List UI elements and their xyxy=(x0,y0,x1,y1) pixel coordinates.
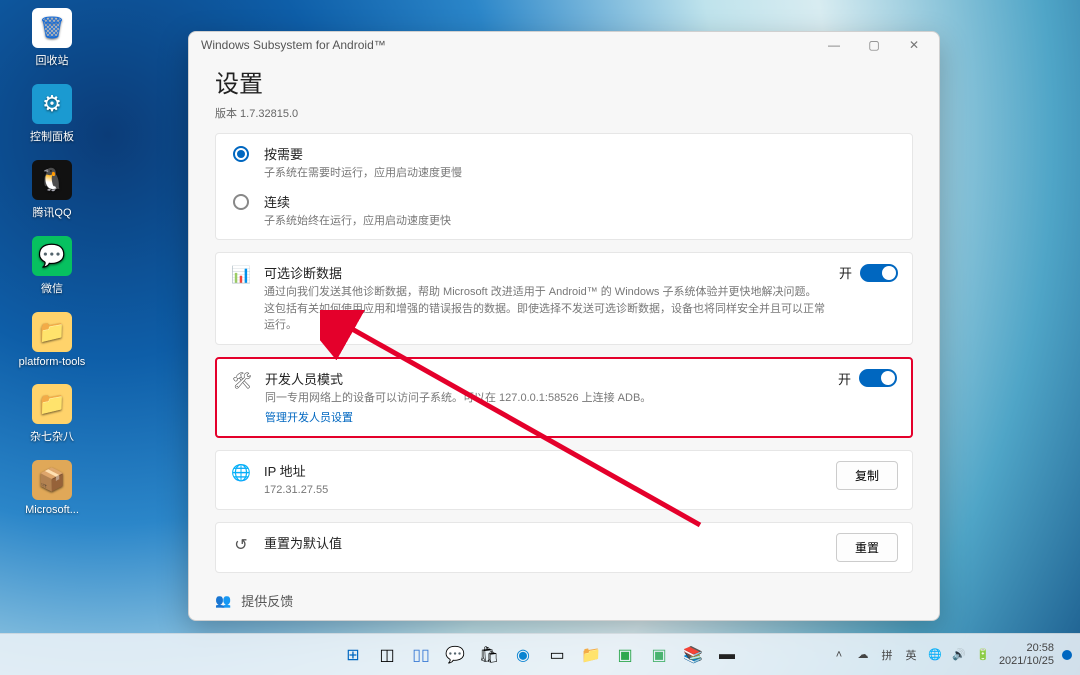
version-label: 版本 1.7.32815.0 xyxy=(215,105,913,121)
radio-on-demand[interactable] xyxy=(233,146,249,162)
wsa-icon[interactable]: ▣ xyxy=(611,641,639,669)
diagnostics-state: 开 xyxy=(839,263,852,282)
taskbar-center: ⊞ ◫ ▯▯ 💬 🛍 ◉ ▭ 📁 ▣ ▣ 📚 ▬ xyxy=(339,641,741,669)
boot-ondemand-desc: 子系统在需要时运行，应用启动速度更慢 xyxy=(264,165,898,182)
icon-qq[interactable]: 🐧腾讯QQ xyxy=(12,160,92,220)
developer-settings-link[interactable]: 管理开发人员设置 xyxy=(265,412,353,424)
clock[interactable]: 20:58 2021/10/25 xyxy=(999,642,1054,666)
svg-app-icon[interactable]: ▭ xyxy=(543,641,571,669)
app-green-icon[interactable]: ▣ xyxy=(645,641,673,669)
start-button[interactable]: ⊞ xyxy=(339,641,367,669)
radio-continuous[interactable] xyxy=(233,194,249,210)
tray-chevron-icon[interactable]: ˄ xyxy=(831,649,847,661)
network-icon[interactable]: 🌐 xyxy=(927,648,943,661)
chat-icon[interactable]: 💬 xyxy=(441,641,469,669)
globe-icon: 🌐 xyxy=(230,461,252,483)
developer-mode-card: 🛠 开发人员模式 同一专用网络上的设备可以访问子系统。可以在 127.0.0.1… xyxy=(215,357,913,439)
store-icon[interactable]: 🛍 xyxy=(475,641,503,669)
icon-control-panel[interactable]: ⚙控制面板 xyxy=(12,84,92,144)
diagnostics-desc: 通过向我们发送其他诊断数据，帮助 Microsoft 改进适用于 Android… xyxy=(264,284,827,334)
widgets-icon[interactable]: ▯▯ xyxy=(407,641,435,669)
desktop-icons: 🗑回收站 ⚙控制面板 🐧腾讯QQ 💬微信 📁platform-tools 📁杂七… xyxy=(12,8,92,532)
clock-time: 20:58 xyxy=(999,642,1054,654)
clock-date: 2021/10/25 xyxy=(999,655,1054,667)
ime-indicator-2[interactable]: 英 xyxy=(903,647,919,663)
terminal-icon[interactable]: ▬ xyxy=(713,641,741,669)
diagnostics-icon: 📊 xyxy=(230,263,252,285)
titlebar: Windows Subsystem for Android™ — ▢ ✕ xyxy=(189,32,939,54)
icon-wechat[interactable]: 💬微信 xyxy=(12,236,92,296)
icon-recycle-bin[interactable]: 🗑回收站 xyxy=(12,8,92,68)
developer-icon: 🛠 xyxy=(231,369,253,391)
icon-folder-platform[interactable]: 📁platform-tools xyxy=(12,312,92,368)
window-title: Windows Subsystem for Android™ xyxy=(201,38,386,52)
tray-onedrive-icon[interactable]: ☁ xyxy=(855,648,871,661)
diagnostics-title: 可选诊断数据 xyxy=(264,263,827,282)
copy-button[interactable]: 复制 xyxy=(836,461,898,490)
developer-title: 开发人员模式 xyxy=(265,369,826,388)
wsa-settings-window: Windows Subsystem for Android™ — ▢ ✕ 设置 … xyxy=(188,31,940,621)
boot-mode-card: 按需要 子系统在需要时运行，应用启动速度更慢 连续 子系统始终在运行，应用启动速… xyxy=(215,133,913,240)
ime-indicator-1[interactable]: 拼 xyxy=(879,647,895,663)
icon-microsoft-app[interactable]: 📦Microsoft... xyxy=(12,460,92,516)
taskbar: ⊞ ◫ ▯▯ 💬 🛍 ◉ ▭ 📁 ▣ ▣ 📚 ▬ ˄ ☁ 拼 英 🌐 🔊 🔋 2… xyxy=(0,633,1080,675)
close-button[interactable]: ✕ xyxy=(899,38,929,52)
notification-badge[interactable] xyxy=(1062,650,1072,660)
window-controls: — ▢ ✕ xyxy=(819,38,929,52)
reset-icon: ↺ xyxy=(230,533,252,555)
min-button[interactable]: — xyxy=(819,38,849,52)
explorer-icon[interactable]: 📁 xyxy=(577,641,605,669)
taskbar-tray: ˄ ☁ 拼 英 🌐 🔊 🔋 20:58 2021/10/25 xyxy=(831,642,1072,666)
reset-button[interactable]: 重置 xyxy=(836,533,898,562)
max-button[interactable]: ▢ xyxy=(859,38,889,52)
developer-toggle[interactable] xyxy=(859,369,897,387)
volume-icon[interactable]: 🔊 xyxy=(951,648,967,661)
boot-ondemand-title: 按需要 xyxy=(264,144,898,163)
boot-continuous-desc: 子系统始终在运行，应用启动速度更快 xyxy=(264,213,898,230)
diagnostics-card: 📊 可选诊断数据 通过向我们发送其他诊断数据，帮助 Microsoft 改进适用… xyxy=(215,252,913,345)
boot-continuous-title: 连续 xyxy=(264,192,898,211)
battery-icon[interactable]: 🔋 xyxy=(975,648,991,661)
ip-value: 172.31.27.55 xyxy=(264,482,824,499)
page-title: 设置 xyxy=(215,64,913,99)
ip-card: 🌐 IP 地址 172.31.27.55 复制 xyxy=(215,450,913,510)
app-books-icon[interactable]: 📚 xyxy=(679,641,707,669)
feedback-icon: 👥 xyxy=(215,593,231,609)
diagnostics-toggle[interactable] xyxy=(860,264,898,282)
ip-title: IP 地址 xyxy=(264,461,824,480)
icon-folder-misc[interactable]: 📁杂七杂八 xyxy=(12,384,92,444)
feedback-label: 提供反馈 xyxy=(241,591,293,610)
reset-card: ↺ 重置为默认值 重置 xyxy=(215,522,913,573)
reset-title: 重置为默认值 xyxy=(264,533,824,552)
developer-state: 开 xyxy=(838,369,851,388)
developer-desc: 同一专用网络上的设备可以访问子系统。可以在 127.0.0.1:58526 上连… xyxy=(265,390,826,407)
taskview-icon[interactable]: ◫ xyxy=(373,641,401,669)
edge-icon[interactable]: ◉ xyxy=(509,641,537,669)
feedback-row[interactable]: 👥 提供反馈 xyxy=(189,581,939,620)
